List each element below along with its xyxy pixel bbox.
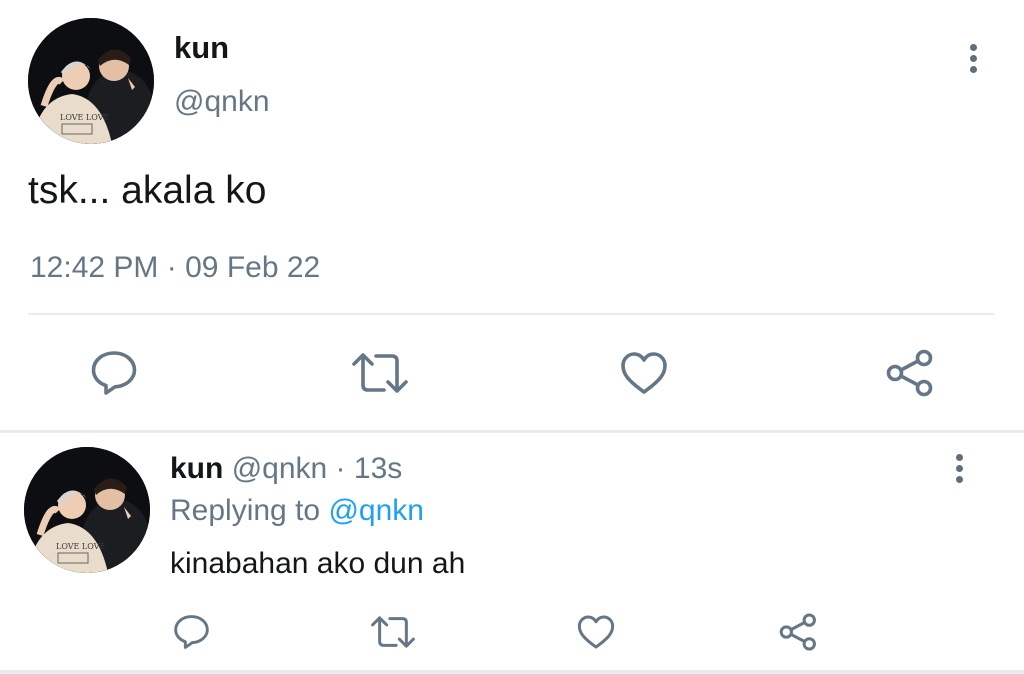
reply-like-button[interactable] [577,613,615,651]
dot [955,476,963,483]
dot [969,66,977,73]
avatar-photo: LOVE LOVE [24,447,150,573]
tweet-date: 09 Feb 22 [185,251,321,284]
tweet-timestamp: 12:42 PM · 09 Feb 22 [30,248,320,288]
svg-text:LOVE LOVE: LOVE LOVE [56,542,105,551]
retweet-icon [352,353,408,393]
heart-icon [577,615,615,649]
vertical-dots-icon [955,454,963,461]
share-button[interactable] [886,349,936,397]
retweet-button[interactable] [352,349,408,397]
avatar-photo: LOVE LOVE [28,18,154,144]
reply-age: 13s [353,452,403,485]
vertical-dots-icon [969,44,977,51]
replying-to: Replying to @qnkn [170,492,424,530]
reply-user-handle[interactable]: @qnkn [232,452,328,485]
reply-reply-button[interactable] [173,613,210,651]
reply-text: kinabahan ako dun ah [170,547,466,580]
separator-dot: · [335,452,346,485]
tweet-time: 12:42 PM [30,251,159,284]
share-icon [779,613,816,651]
replying-to-mention[interactable]: @qnkn [328,494,424,527]
retweet-icon [371,616,415,648]
tweet-separator [0,430,1024,433]
dot [969,55,977,62]
reply-display-name[interactable]: kun [170,452,223,485]
dot [955,465,963,472]
separator-dot: · [166,251,177,284]
share-icon [886,349,933,397]
user-handle[interactable]: @qnkn [174,83,270,121]
reply-share-button[interactable] [779,613,819,651]
display-name[interactable]: kun [174,29,229,67]
reply-avatar[interactable]: LOVE LOVE [24,447,150,573]
speech-bubble-icon [91,351,137,395]
speech-bubble-icon [174,615,209,649]
more-options-button[interactable] [966,44,980,78]
heart-icon [621,352,667,394]
tweet-text: tsk... akala ko [28,169,267,212]
like-button[interactable] [620,349,668,397]
svg-text:LOVE LOVE: LOVE LOVE [60,113,109,122]
replying-to-label: Replying to [170,494,321,527]
reply-more-options-button[interactable] [952,454,966,488]
reply-header: kun @qnkn · 13s [170,451,402,487]
divider [28,313,994,315]
reply-button[interactable] [90,349,138,397]
bottom-separator [0,670,1024,674]
avatar[interactable]: LOVE LOVE [28,18,154,144]
reply-retweet-button[interactable] [371,613,415,651]
